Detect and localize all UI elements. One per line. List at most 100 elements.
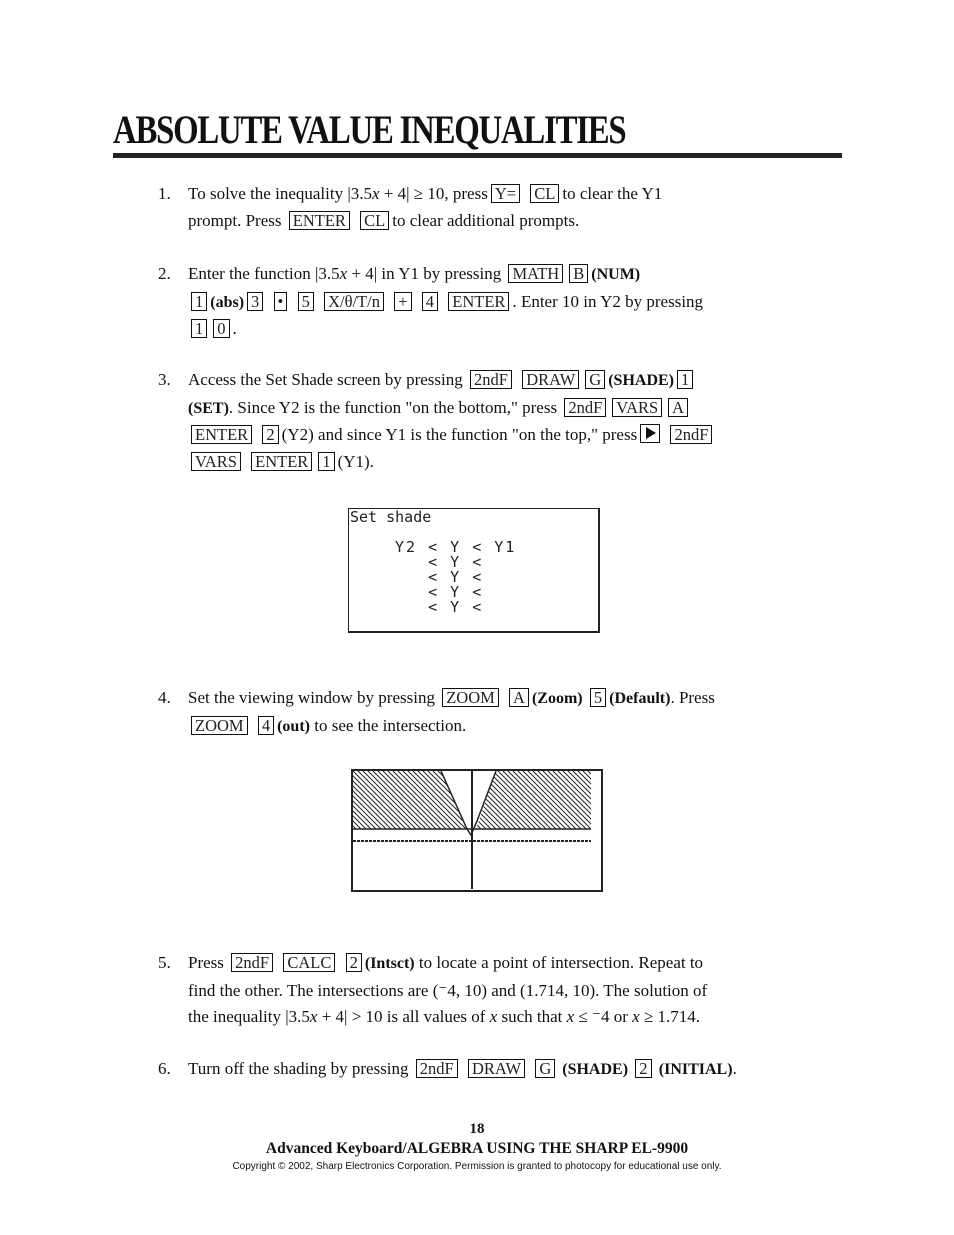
key-label: •: [273, 291, 288, 311]
step-number: 4.: [158, 688, 171, 707]
key-function-label: (out): [277, 717, 310, 735]
key-label: +: [394, 291, 412, 311]
step-number: 6.: [158, 1059, 171, 1078]
right-arrow-key-icon: [640, 424, 661, 443]
key-label: B: [569, 264, 589, 283]
step-1: 1. To solve the inequality |3.5x + 4| ≥ 1…: [158, 181, 798, 234]
text: [461, 1059, 465, 1078]
text: [290, 292, 294, 311]
key-label: 5: [589, 688, 607, 707]
key-label: 4: [421, 291, 439, 311]
key-label: ENTER: [191, 425, 253, 444]
key-label: 4: [257, 715, 275, 735]
key-label: G: [585, 370, 606, 389]
step-6: 6. Turn off the shading by pressing 2ndF …: [158, 1056, 798, 1084]
key-function-label: (Default): [609, 690, 671, 707]
key-label: ENTER: [448, 291, 510, 311]
text: Press: [188, 953, 229, 972]
step-number: 3.: [158, 370, 171, 389]
text: Enter the function |3.5: [188, 264, 340, 283]
key-label: X/θ/T/n: [324, 291, 384, 311]
key-label: ENTER: [288, 210, 350, 230]
key-label: CL: [360, 210, 390, 230]
text: [255, 425, 259, 444]
text: to locate a point of intersection. Repea…: [414, 953, 704, 972]
text: + 4| > 10 is all values of: [317, 1007, 490, 1026]
key-label: ZOOM: [191, 715, 248, 735]
text: [244, 452, 248, 471]
book-title: Advanced Keyboard/ALGEBRA USING THE SHAR…: [265, 1140, 689, 1157]
screen-row: < Y <: [395, 598, 484, 616]
key-label: CALC: [283, 953, 336, 972]
key-label: MATH: [508, 264, 564, 283]
text: find the other. The intersections are (⁻…: [188, 980, 708, 1000]
key-label: 2: [635, 1059, 652, 1078]
text: (Y1).: [337, 451, 374, 471]
key-label: VARS: [191, 451, 241, 471]
text: . Since Y2 is the function "on the botto…: [228, 397, 562, 417]
key-function-label: (Intsct): [364, 955, 415, 972]
text: To solve the inequality |3.5: [188, 184, 372, 203]
text: .: [732, 1059, 737, 1078]
key-label: 2: [262, 425, 279, 444]
set-shade-screen: Set shade Y2 < Y < Y1 < Y < < Y < < Y < …: [348, 508, 600, 633]
key-label: 2: [345, 953, 362, 972]
key-function-label: (NUM): [591, 266, 641, 283]
page-title: ABSOLUTE VALUE INEQUALITIES: [113, 107, 627, 152]
text: [387, 292, 391, 311]
step-4: 4. Set the viewing window by pressing ZOO…: [158, 685, 798, 740]
key-label: 3: [247, 291, 264, 311]
key-function-label: (SET): [188, 399, 229, 417]
copyright: Copyright © 2002, Sharp Electronics Corp…: [232, 1161, 722, 1172]
key-label: 2ndF: [670, 425, 713, 444]
text: Access the Set Shade screen by pressing: [188, 370, 468, 389]
step-text: Enter the function |3.5x + 4| in Y1 by p…: [188, 261, 798, 343]
key-function-label: (SHADE): [558, 1061, 629, 1078]
text: [317, 292, 321, 311]
key-label: 1: [191, 291, 208, 311]
text: [441, 292, 445, 311]
text: [502, 688, 506, 707]
text: [266, 292, 270, 311]
key-function-label: (Zoom): [531, 690, 583, 707]
text: x: [372, 184, 380, 203]
step-text: Access the Set Shade screen by pressing …: [188, 367, 798, 475]
graph-screen: [351, 769, 603, 892]
text: [338, 953, 342, 972]
key-label: G: [535, 1059, 556, 1078]
step-text: Set the viewing window by pressing ZOOM …: [188, 685, 798, 740]
text: such that: [497, 1007, 567, 1026]
text: [276, 953, 280, 972]
step-text: Turn off the shading by pressing 2ndF DR…: [188, 1056, 798, 1084]
text: [583, 688, 587, 707]
key-label: VARS: [612, 397, 663, 417]
text: the inequality |3.5: [188, 1007, 310, 1026]
text: [628, 1059, 632, 1078]
text: Turn off the shading by pressing: [188, 1059, 413, 1078]
key-label: 1: [677, 370, 694, 389]
text: [523, 184, 527, 203]
key-label: 2ndF: [564, 397, 607, 417]
key-label: A: [509, 688, 529, 707]
text: [528, 1059, 532, 1078]
key-label: 1: [318, 451, 335, 471]
key-label: DRAW: [467, 1059, 526, 1078]
key-function-label: (abs): [210, 293, 245, 311]
step-3: 3. Access the Set Shade screen by pressin…: [158, 367, 798, 475]
step-number: 5.: [158, 953, 171, 972]
key-function-label: (INITIAL): [658, 1061, 733, 1078]
title-rule: [113, 153, 842, 158]
key-label: CL: [530, 184, 560, 203]
text: ≥ 1.714.: [639, 1007, 701, 1026]
text: (Y2) and since Y1 is the function "on th…: [281, 425, 638, 444]
key-function-label: (SHADE): [608, 372, 674, 389]
text: to see the intersection.: [309, 715, 467, 735]
key-label: ZOOM: [442, 688, 499, 707]
text: x: [632, 1007, 640, 1026]
key-label: Y=: [490, 184, 521, 203]
text: [353, 211, 357, 230]
text: [415, 292, 419, 311]
text: + 4| ≥ 10, press: [379, 184, 488, 203]
key-label: A: [668, 397, 689, 417]
key-label: 0: [213, 319, 230, 338]
